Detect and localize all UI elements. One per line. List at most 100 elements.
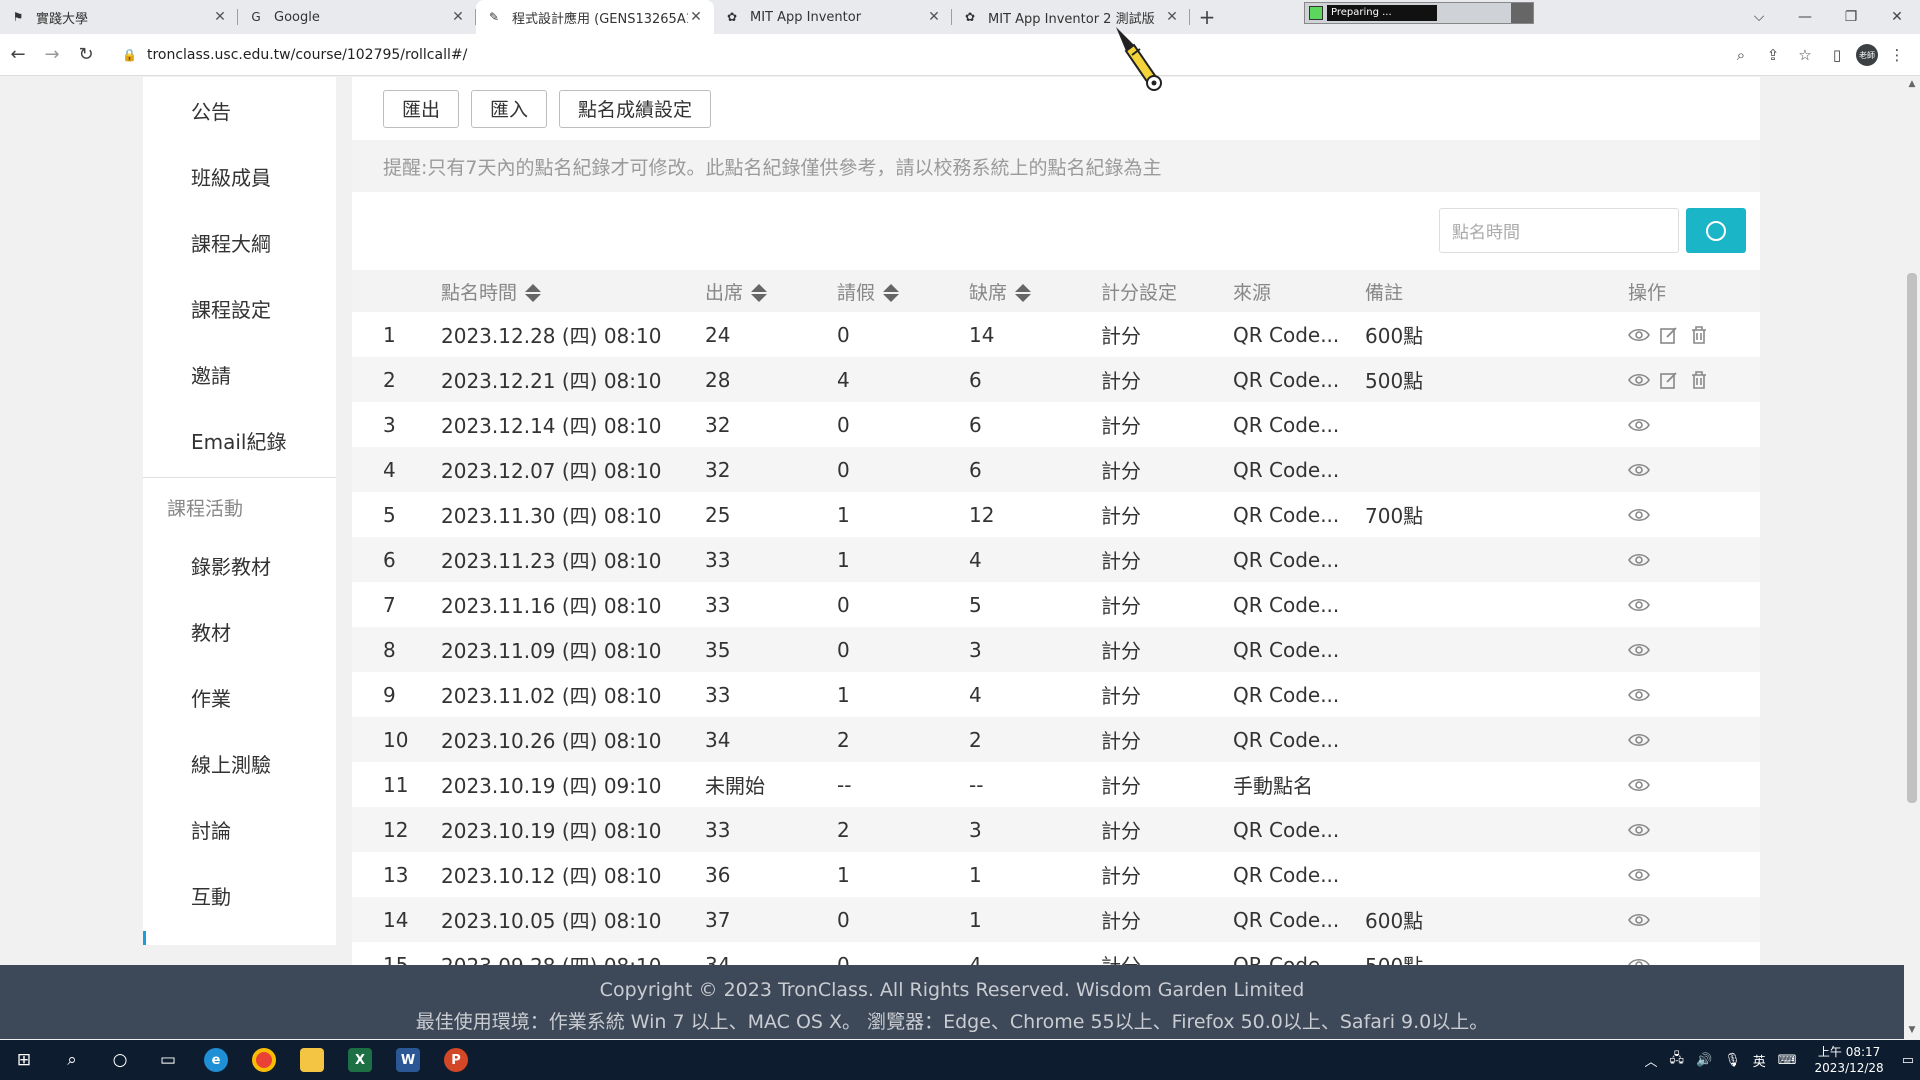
url-bar[interactable]: 🔒 tronclass.usc.edu.tw/course/102795/rol… — [112, 40, 1692, 70]
bookmark-star-icon[interactable]: ☆ — [1792, 39, 1818, 71]
table-row[interactable]: 13 2023.10.12 (四) 08:10 36 1 1 計分 QR Code... — [352, 852, 1760, 897]
view-eye-icon[interactable] — [1628, 774, 1650, 796]
view-eye-icon[interactable] — [1628, 459, 1650, 481]
sidebar-item[interactable]: 班級成員 — [143, 143, 336, 209]
view-eye-icon[interactable] — [1628, 909, 1650, 931]
network-icon[interactable]: 🖧 — [1670, 1049, 1685, 1071]
volume-icon[interactable]: 🔊 — [1696, 1053, 1712, 1068]
table-row[interactable]: 6 2023.11.23 (四) 08:10 33 1 4 計分 QR Code... — [352, 537, 1760, 582]
header-attend[interactable]: 出席 — [705, 278, 768, 305]
profile-avatar[interactable]: 老師 — [1856, 44, 1878, 66]
notification-icon[interactable]: ▭ — [1902, 1053, 1914, 1068]
browser-tab[interactable]: ✿ MIT App Inventor ✕ — [714, 0, 952, 34]
scrollbar-thumb[interactable] — [1907, 273, 1917, 803]
table-row[interactable]: 11 2023.10.19 (四) 09:10 未開始 -- -- 計分 手動點名 — [352, 762, 1760, 807]
edit-icon[interactable] — [1658, 324, 1680, 346]
chrome-icon[interactable] — [240, 1040, 288, 1080]
microphone-icon[interactable]: 🎙 — [1724, 1053, 1741, 1068]
sidebar-item[interactable]: 互動 — [143, 862, 336, 928]
restore-button[interactable]: ❐ — [1828, 0, 1874, 34]
header-absent[interactable]: 缺席 — [969, 278, 1032, 305]
table-row[interactable]: 3 2023.12.14 (四) 08:10 32 0 6 計分 QR Code... — [352, 402, 1760, 447]
side-panel-icon[interactable]: ▯ — [1824, 39, 1850, 71]
sidebar-item[interactable]: Email紀錄 — [143, 407, 336, 473]
scroll-up-icon[interactable]: ▲ — [1907, 79, 1917, 89]
view-eye-icon[interactable] — [1628, 324, 1650, 346]
tab-search-icon[interactable]: ⌵ — [1736, 0, 1782, 34]
excel-icon[interactable]: X — [336, 1040, 384, 1080]
close-tab-icon[interactable]: ✕ — [926, 9, 942, 25]
view-eye-icon[interactable] — [1628, 549, 1650, 571]
share-icon[interactable]: ⇪ — [1760, 39, 1786, 71]
view-eye-icon[interactable] — [1628, 639, 1650, 661]
browser-tab[interactable]: G Google ✕ — [238, 0, 476, 34]
table-row[interactable]: 1 2023.12.28 (四) 08:10 24 0 14 計分 QR Code... 60… — [352, 312, 1760, 357]
table-row[interactable]: 12 2023.10.19 (四) 08:10 33 2 3 計分 QR Code... — [352, 807, 1760, 852]
tray-chevron-icon[interactable]: ︿ — [1645, 1051, 1658, 1070]
scroll-down-icon[interactable]: ▼ — [1907, 1025, 1917, 1035]
forward-button[interactable]: → — [36, 39, 68, 71]
close-tab-icon[interactable]: ✕ — [450, 9, 466, 25]
sidebar-item[interactable]: 作業 — [143, 664, 336, 730]
task-view-icon[interactable]: ▭ — [144, 1040, 192, 1080]
view-eye-icon[interactable] — [1628, 729, 1650, 751]
powerpoint-icon[interactable]: P — [432, 1040, 480, 1080]
close-tab-icon[interactable]: ✕ — [688, 9, 704, 25]
search-button[interactable] — [1686, 208, 1746, 253]
search-input[interactable]: 點名時間 — [1439, 208, 1679, 253]
back-button[interactable]: ← — [2, 39, 34, 71]
table-row[interactable]: 4 2023.12.07 (四) 08:10 32 0 6 計分 QR Code... — [352, 447, 1760, 492]
table-row[interactable]: 2 2023.12.21 (四) 08:10 28 4 6 計分 QR Code... 500… — [352, 357, 1760, 402]
table-row[interactable]: 9 2023.11.02 (四) 08:10 33 1 4 計分 QR Code... — [352, 672, 1760, 717]
minimize-button[interactable]: — — [1782, 0, 1828, 34]
table-row[interactable]: 14 2023.10.05 (四) 08:10 37 0 1 計分 QR Code... 60… — [352, 897, 1760, 942]
header-leave[interactable]: 請假 — [837, 278, 900, 305]
sidebar-item[interactable]: 討論 — [143, 796, 336, 862]
search-icon[interactable]: ⌕ — [48, 1040, 96, 1080]
export-button[interactable]: 匯出 — [383, 89, 460, 128]
close-tab-icon[interactable]: ✕ — [212, 9, 228, 25]
ime-mode-icon[interactable]: ⌨ — [1778, 1053, 1797, 1068]
delete-trash-icon[interactable] — [1688, 369, 1710, 391]
view-eye-icon[interactable] — [1628, 684, 1650, 706]
clock[interactable]: 上午 08:17 2023/12/28 — [1815, 1044, 1884, 1076]
header-time[interactable]: 點名時間 — [441, 278, 542, 305]
windows-start-icon[interactable]: ⊞ — [0, 1040, 48, 1080]
sidebar-item[interactable]: 教材 — [143, 598, 336, 664]
edit-icon[interactable] — [1658, 369, 1680, 391]
table-row[interactable]: 15 2023.09.28 (四) 08:10 34 0 4 計分 QR Code... 50… — [352, 942, 1760, 965]
sidebar-item[interactable]: 錄影教材 — [143, 532, 336, 598]
view-eye-icon[interactable] — [1628, 864, 1650, 886]
browser-tab[interactable]: ⚑ 實踐大學 ✕ — [0, 0, 238, 34]
sidebar-item[interactable]: 邀請 — [143, 341, 336, 407]
close-tab-icon[interactable]: ✕ — [1164, 9, 1180, 25]
table-row[interactable]: 10 2023.10.26 (四) 08:10 34 2 2 計分 QR Code... — [352, 717, 1760, 762]
ime-indicator[interactable]: 英 — [1753, 1051, 1766, 1070]
sidebar-item[interactable]: 課程設定 — [143, 275, 336, 341]
file-explorer-icon[interactable] — [288, 1040, 336, 1080]
table-row[interactable]: 8 2023.11.09 (四) 08:10 35 0 3 計分 QR Code... — [352, 627, 1760, 672]
table-row[interactable]: 7 2023.11.16 (四) 08:10 33 0 5 計分 QR Code... — [352, 582, 1760, 627]
menu-kebab-icon[interactable]: ⋮ — [1884, 39, 1910, 71]
word-icon[interactable]: W — [384, 1040, 432, 1080]
table-row[interactable]: 5 2023.11.30 (四) 08:10 25 1 12 計分 QR Code... 70… — [352, 492, 1760, 537]
view-eye-icon[interactable] — [1628, 369, 1650, 391]
import-button[interactable]: 匯入 — [471, 89, 548, 128]
cortana-icon[interactable]: ○ — [96, 1040, 144, 1080]
zoom-icon[interactable]: ⌕ — [1728, 39, 1754, 71]
sidebar-item[interactable]: 公告 — [143, 77, 336, 143]
browser-tab[interactable]: ✎ 程式設計應用 (GENS13265A1) ✕ — [476, 0, 714, 34]
view-eye-icon[interactable] — [1628, 414, 1650, 436]
rollcall-score-settings-button[interactable]: 點名成績設定 — [559, 89, 712, 128]
reload-button[interactable]: ↻ — [70, 39, 102, 71]
view-eye-icon[interactable] — [1628, 504, 1650, 526]
new-tab-button[interactable]: + — [1190, 0, 1224, 34]
view-eye-icon[interactable] — [1628, 594, 1650, 616]
view-eye-icon[interactable] — [1628, 819, 1650, 841]
sidebar-item[interactable]: 線上測驗 — [143, 730, 336, 796]
close-window-button[interactable]: ✕ — [1874, 0, 1920, 34]
sidebar-item[interactable]: 課程大綱 — [143, 209, 336, 275]
edge-icon[interactable]: e — [192, 1040, 240, 1080]
delete-trash-icon[interactable] — [1688, 324, 1710, 346]
page-scrollbar[interactable]: ▲ ▼ — [1904, 77, 1920, 1037]
